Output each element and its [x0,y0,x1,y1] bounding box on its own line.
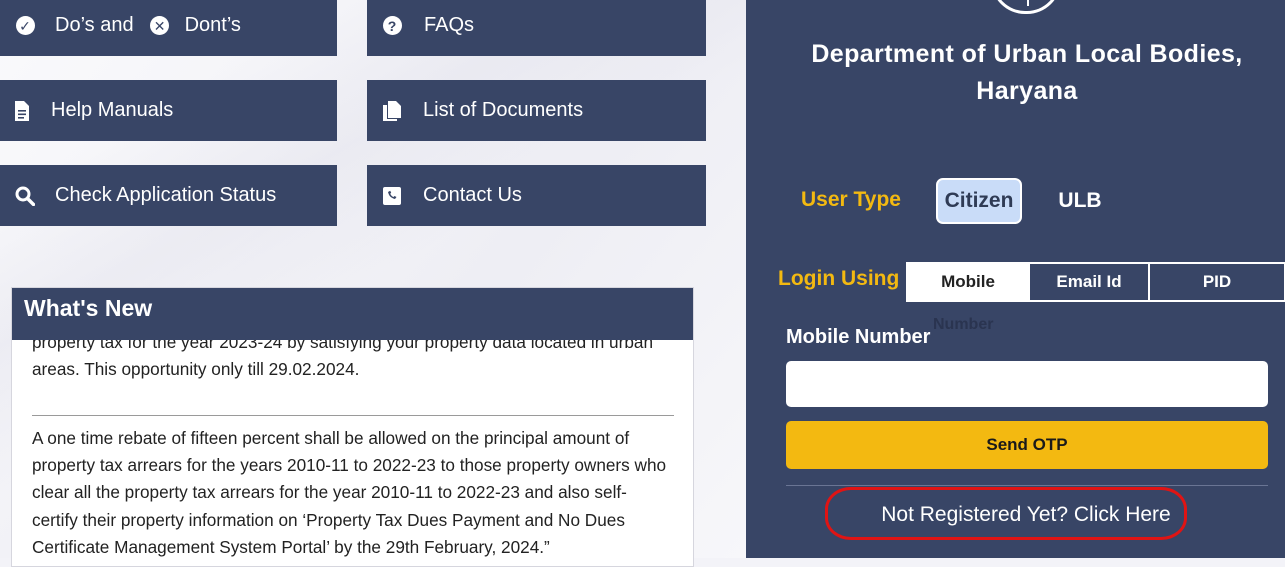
user-type-label: User Type [801,188,901,211]
faqs-tile[interactable]: ? FAQs [367,0,706,56]
x-circle-icon: ✕ [149,15,171,37]
login-option-mobile[interactable]: Mobile [908,264,1030,300]
login-option-email[interactable]: Email Id [1030,264,1150,300]
login-using-label: Login Using [778,267,900,290]
help-manuals-label: Help Manuals [51,99,174,121]
panel-divider [786,485,1268,486]
login-option-pid[interactable]: PID [1150,264,1284,300]
phone-square-icon [381,185,403,207]
check-application-status-tile[interactable]: Check Application Status [0,165,337,226]
mobile-number-label: Mobile Number [786,326,931,348]
check-circle-icon: ✓ [14,15,36,37]
mobile-number-input[interactable] [786,361,1268,407]
emblem-logo [991,0,1061,14]
whats-new-title: What's New [12,288,693,340]
search-icon [14,185,36,207]
check-application-status-label: Check Application Status [55,184,277,206]
contact-us-label: Contact Us [423,184,522,206]
dos-and-donts-tile[interactable]: ✓ Do’s and ✕ Dont’s [0,0,337,56]
user-type-ulb-button[interactable]: ULB [1041,178,1119,224]
login-panel: Department of Urban Local Bodies, Haryan… [746,0,1285,558]
whats-new-panel: What's New property tax for the year 202… [11,287,694,567]
news-item: property tax for the year 2023-24 by sat… [32,340,654,380]
department-title: Department of Urban Local Bodies, Haryan… [811,40,1243,105]
whats-new-scroll-area[interactable]: property tax for the year 2023-24 by sat… [12,340,693,566]
user-type-citizen-button[interactable]: Citizen [936,178,1022,224]
list-of-documents-tile[interactable]: List of Documents [367,80,706,141]
send-otp-button[interactable]: Send OTP [786,421,1268,469]
news-item: A one time rebate of fifteen percent sha… [32,428,667,557]
copy-documents-icon [381,100,403,122]
register-link[interactable]: Not Registered Yet? Click Here [876,503,1176,527]
question-circle-icon: ? [381,15,403,37]
faqs-label: FAQs [424,14,475,36]
document-icon [11,100,33,122]
contact-us-tile[interactable]: Contact Us [367,165,706,226]
dos-label: Do’s and [55,14,134,36]
donts-label: Dont’s [184,14,241,36]
list-of-documents-label: List of Documents [423,99,584,121]
login-method-selector: Mobile Email Id PID [906,262,1285,302]
help-manuals-tile[interactable]: Help Manuals [0,80,337,141]
login-option-overflow-text: Number [933,316,994,333]
news-divider [32,415,674,416]
